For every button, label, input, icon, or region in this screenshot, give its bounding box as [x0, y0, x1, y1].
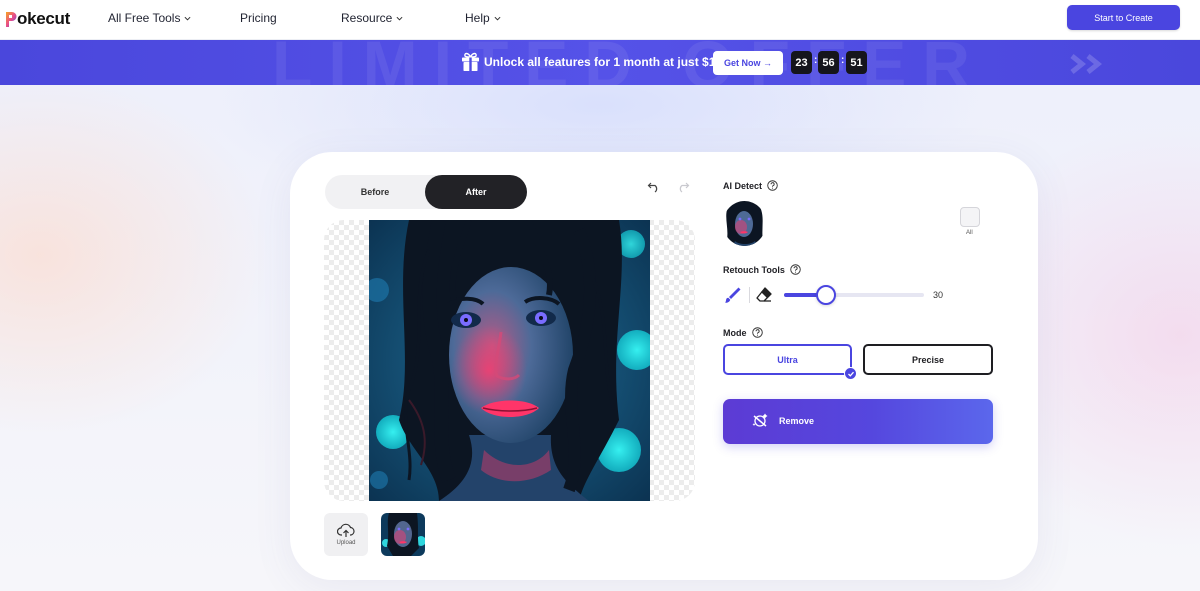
mode-heading: Mode: [723, 327, 763, 338]
result-image[interactable]: [369, 220, 650, 501]
promo-text: Unlock all features for 1 month at just …: [484, 55, 720, 69]
cloud-upload-icon: [337, 523, 355, 537]
image-thumbnail[interactable]: [381, 513, 425, 556]
redo-icon[interactable]: [676, 181, 690, 193]
brand-logo[interactable]: okecut: [5, 9, 70, 29]
nav-help[interactable]: Help: [465, 11, 501, 25]
double-chevron-right-icon: [1070, 54, 1103, 74]
nav-all-free-tools-label: All Free Tools: [108, 11, 181, 25]
select-all-checkbox[interactable]: [960, 207, 980, 227]
retouch-tools-label: Retouch Tools: [723, 264, 785, 275]
eraser-icon[interactable]: [755, 286, 773, 304]
help-circle-icon[interactable]: [767, 180, 778, 191]
help-circle-icon[interactable]: [790, 264, 801, 275]
tool-divider: [749, 287, 750, 303]
select-all-label: All: [966, 230, 973, 236]
brush-icon[interactable]: [724, 286, 742, 304]
magic-remove-icon: [752, 413, 768, 427]
chevron-down-icon: [494, 16, 501, 21]
brush-size-value: 30: [933, 290, 944, 300]
chevron-down-icon: [396, 16, 403, 21]
chevron-down-icon: [184, 16, 191, 21]
upload-label: Upload: [336, 540, 356, 546]
remove-button[interactable]: Remove: [723, 399, 993, 444]
retouch-tools-heading: Retouch Tools: [723, 264, 801, 275]
timer-hours: 23: [791, 51, 812, 74]
brush-size-slider-handle[interactable]: [816, 285, 836, 305]
ai-detect-label: AI Detect: [723, 180, 763, 191]
nav-pricing[interactable]: Pricing: [240, 11, 277, 25]
timer-separator: :: [814, 55, 818, 66]
timer-separator: :: [841, 55, 845, 66]
top-navigation: okecut All Free Tools Pricing Resource H…: [0, 0, 1200, 40]
before-tab[interactable]: Before: [325, 175, 425, 209]
timer-minutes: 56: [818, 51, 839, 74]
ai-detect-heading: AI Detect: [723, 180, 778, 191]
brand-name: okecut: [17, 9, 70, 28]
mode-ultra-button[interactable]: Ultra: [723, 344, 852, 375]
start-to-create-button[interactable]: Start to Create: [1067, 5, 1180, 30]
nav-resource[interactable]: Resource: [341, 11, 403, 25]
mode-precise-button[interactable]: Precise: [863, 344, 993, 375]
nav-help-label: Help: [465, 11, 490, 25]
after-tab[interactable]: After: [425, 175, 527, 209]
upload-button[interactable]: Upload: [324, 513, 368, 556]
nav-all-free-tools[interactable]: All Free Tools: [108, 11, 191, 25]
nav-resource-label: Resource: [341, 11, 393, 25]
nav-pricing-label: Pricing: [240, 11, 277, 25]
help-circle-icon[interactable]: [751, 327, 763, 338]
gift-icon: [462, 52, 479, 71]
promo-banner: LIMITED OFFER Unlock all features for 1 …: [0, 40, 1200, 85]
timer-seconds: 51: [846, 51, 867, 74]
remove-label: Remove: [779, 416, 815, 426]
get-now-button[interactable]: Get Now →: [713, 51, 783, 75]
undo-icon[interactable]: [647, 181, 661, 193]
detected-subject-thumbnail[interactable]: [723, 201, 766, 246]
pokecut-logo-icon: [5, 11, 17, 27]
mode-label: Mode: [723, 327, 747, 338]
selected-check-icon: [844, 367, 857, 380]
